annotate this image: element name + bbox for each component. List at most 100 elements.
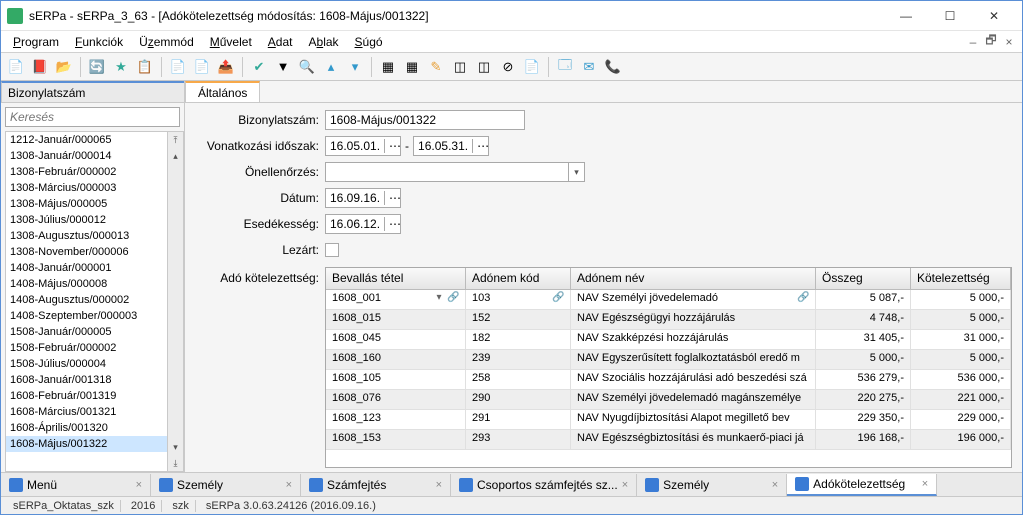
- task-tab[interactable]: Számfejtés×: [301, 474, 451, 496]
- tb-favorite-icon[interactable]: ★: [110, 56, 132, 78]
- tb-down-icon[interactable]: ▾: [344, 56, 366, 78]
- tb-doc1-icon[interactable]: 📄: [167, 56, 189, 78]
- list-item[interactable]: 1408-Szeptember/000003: [6, 308, 167, 324]
- tb-open-icon[interactable]: 📂: [53, 56, 75, 78]
- field-date-to[interactable]: 16.05.31.⋯: [413, 136, 489, 156]
- gh-adonemnev[interactable]: Adónem név: [571, 268, 816, 289]
- list-item[interactable]: 1308-Augusztus/000013: [6, 228, 167, 244]
- datum-picker-icon[interactable]: ⋯: [384, 191, 400, 205]
- gh-bevallas[interactable]: Bevallás tétel: [326, 268, 466, 289]
- table-row[interactable]: 1608_105258NAV Szociális hozzájárulási a…: [326, 370, 1011, 390]
- scroll-down-icon[interactable]: ▾: [168, 439, 183, 455]
- dropdown-icon[interactable]: ▾: [433, 292, 445, 303]
- date-to-picker-icon[interactable]: ⋯: [472, 139, 488, 153]
- table-row[interactable]: 1608_123291NAV Nyugdíjbiztosítási Alapot…: [326, 410, 1011, 430]
- list-item[interactable]: 1308-Március/000003: [6, 180, 167, 196]
- list-item[interactable]: 1212-Január/000065: [6, 132, 167, 148]
- menu-uzemmod[interactable]: Üzemmód: [131, 33, 202, 51]
- mdi-close-icon[interactable]: ×: [1000, 35, 1018, 49]
- attach-icon[interactable]: 🔗: [552, 292, 564, 303]
- menu-funkciok[interactable]: Funkciók: [67, 33, 131, 51]
- tb-search-icon[interactable]: 🔍: [296, 56, 318, 78]
- task-tab[interactable]: Menü×: [1, 474, 151, 496]
- tb-export-icon[interactable]: 📤: [215, 56, 237, 78]
- tb-panel2-icon[interactable]: ◫: [473, 56, 495, 78]
- list-item[interactable]: 1308-Február/000002: [6, 164, 167, 180]
- scroll-bottom-icon[interactable]: ⤓: [168, 455, 183, 471]
- tb-refresh-icon[interactable]: 🔄: [86, 56, 108, 78]
- tb-window-icon[interactable]: 🗔: [554, 56, 576, 78]
- tb-new-icon[interactable]: 📄: [5, 56, 27, 78]
- document-list[interactable]: 1212-Január/0000651308-Január/0000141308…: [5, 131, 168, 472]
- task-close-icon[interactable]: ×: [772, 479, 778, 491]
- tb-check-icon[interactable]: ✔: [248, 56, 270, 78]
- checkbox-lezart[interactable]: [325, 243, 339, 257]
- table-row[interactable]: 1608_153293NAV Egészségbiztosítási és mu…: [326, 430, 1011, 450]
- task-tab[interactable]: Csoportos számfejtés sz...×: [451, 474, 637, 496]
- list-item[interactable]: 1408-Január/000001: [6, 260, 167, 276]
- tb-phone-icon[interactable]: 📞: [602, 56, 624, 78]
- maximize-button[interactable]: ☐: [928, 2, 972, 30]
- tb-grid1-icon[interactable]: ▦: [377, 56, 399, 78]
- gh-adonemkod[interactable]: Adónem kód: [466, 268, 571, 289]
- scroll-up-icon[interactable]: ▴: [168, 148, 183, 164]
- tb-mail-icon[interactable]: ✉: [578, 56, 600, 78]
- gh-kotelezettseg[interactable]: Kötelezettség: [911, 268, 1011, 289]
- task-tab[interactable]: Személy×: [151, 474, 301, 496]
- field-bizonylatszam[interactable]: 1608-Május/001322: [325, 110, 525, 130]
- list-scrollbar[interactable]: ⤒ ▴ ▾ ⤓: [168, 131, 184, 472]
- list-item[interactable]: 1608-Április/001320: [6, 420, 167, 436]
- date-from-picker-icon[interactable]: ⋯: [384, 139, 400, 153]
- mdi-minimize-icon[interactable]: –: [964, 35, 982, 49]
- menu-adat[interactable]: Adat: [260, 33, 301, 51]
- gh-osszeg[interactable]: Összeg: [816, 268, 911, 289]
- table-row[interactable]: 1608_160239NAV Egyszerűsített foglalkozt…: [326, 350, 1011, 370]
- list-item[interactable]: 1608-Május/001322: [6, 436, 167, 452]
- tb-doc2-icon[interactable]: 📄: [191, 56, 213, 78]
- task-close-icon[interactable]: ×: [286, 479, 292, 491]
- tb-filter-icon[interactable]: ▼: [272, 56, 294, 78]
- list-item[interactable]: 1508-Január/000005: [6, 324, 167, 340]
- dropdown-icon[interactable]: ▾: [568, 163, 584, 181]
- list-item[interactable]: 1308-Január/000014: [6, 148, 167, 164]
- search-input[interactable]: [5, 107, 180, 127]
- close-button[interactable]: ✕: [972, 2, 1016, 30]
- task-tab[interactable]: Személy×: [637, 474, 787, 496]
- field-datum[interactable]: 16.09.16.⋯: [325, 188, 401, 208]
- field-date-from[interactable]: 16.05.01.⋯: [325, 136, 401, 156]
- menu-muvelet[interactable]: Művelet: [202, 33, 260, 51]
- esedek-picker-icon[interactable]: ⋯: [384, 217, 400, 231]
- list-item[interactable]: 1508-Július/000004: [6, 356, 167, 372]
- list-item[interactable]: 1608-Február/001319: [6, 388, 167, 404]
- task-close-icon[interactable]: ×: [922, 478, 928, 490]
- list-item[interactable]: 1608-Március/001321: [6, 404, 167, 420]
- list-item[interactable]: 1308-November/000006: [6, 244, 167, 260]
- table-row[interactable]: 1608_076290NAV Személyi jövedelemadó mag…: [326, 390, 1011, 410]
- list-item[interactable]: 1308-Július/000012: [6, 212, 167, 228]
- list-item[interactable]: 1408-Május/000008: [6, 276, 167, 292]
- field-onellenorzes[interactable]: ▾: [325, 162, 585, 182]
- attach-icon[interactable]: 🔗: [447, 292, 459, 303]
- tb-circle-icon[interactable]: ⊘: [497, 56, 519, 78]
- table-row[interactable]: 1608_001🔗▾103🔗NAV Személyi jövedelemadó🔗…: [326, 290, 1011, 310]
- tb-up-icon[interactable]: ▴: [320, 56, 342, 78]
- tab-general[interactable]: Általános: [185, 81, 260, 102]
- list-item[interactable]: 1408-Augusztus/000002: [6, 292, 167, 308]
- menu-program[interactable]: Program: [5, 33, 67, 51]
- menu-sugo[interactable]: Súgó: [347, 33, 391, 51]
- grid-body[interactable]: 1608_001🔗▾103🔗NAV Személyi jövedelemadó🔗…: [326, 290, 1011, 467]
- tb-grid2-icon[interactable]: ▦: [401, 56, 423, 78]
- task-close-icon[interactable]: ×: [136, 479, 142, 491]
- table-row[interactable]: 1608_015152NAV Egészségügyi hozzájárulás…: [326, 310, 1011, 330]
- tax-grid[interactable]: Bevallás tétel Adónem kód Adónem név Öss…: [325, 267, 1012, 468]
- tb-save-icon[interactable]: 📕: [29, 56, 51, 78]
- list-item[interactable]: 1308-Május/000005: [6, 196, 167, 212]
- minimize-button[interactable]: —: [884, 2, 928, 30]
- tb-copy-icon[interactable]: 📋: [134, 56, 156, 78]
- field-esedekesseg[interactable]: 16.06.12.⋯: [325, 214, 401, 234]
- table-row[interactable]: 1608_045182NAV Szakképzési hozzájárulás3…: [326, 330, 1011, 350]
- task-close-icon[interactable]: ×: [436, 479, 442, 491]
- task-close-icon[interactable]: ×: [622, 479, 628, 491]
- list-item[interactable]: 1608-Január/001318: [6, 372, 167, 388]
- tb-panel1-icon[interactable]: ◫: [449, 56, 471, 78]
